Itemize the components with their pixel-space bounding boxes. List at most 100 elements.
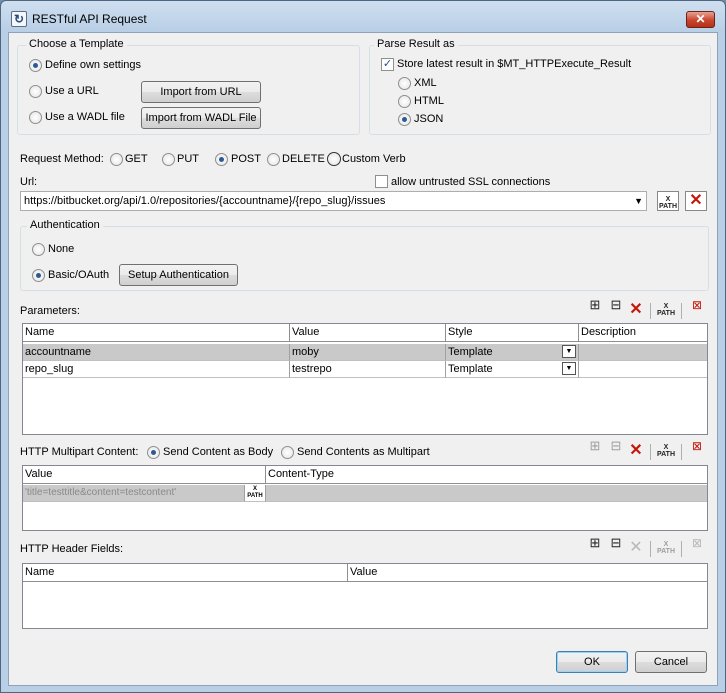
radio-define-own-settings[interactable] [29,59,42,72]
delete-row-icon[interactable]: ✕ [626,301,646,319]
radio-parse-html-label: HTML [414,95,444,107]
multipart-label: HTTP Multipart Content: [20,446,139,458]
xpath-icon[interactable]: X PATH [656,442,676,460]
parameters-label: Parameters: [20,305,80,317]
chevron-down-icon[interactable]: ▼ [562,362,576,375]
parameters-table: Name Value Style Description accountname… [22,323,708,435]
radio-define-own-settings-label: Define own settings [45,59,141,71]
radio-method-delete[interactable] [267,153,280,166]
headers-table: Name Value [22,563,708,629]
param-style-cell[interactable]: Template ▼ [446,361,579,378]
param-value-cell[interactable]: testrepo [290,361,446,378]
radio-parse-json[interactable] [398,113,411,126]
delete-row-icon[interactable]: ✕ [626,442,646,460]
multipart-table: Value Content-Type 'title=testtitle&cont… [22,465,708,531]
radio-use-url[interactable] [29,85,42,98]
chevron-down-icon[interactable]: ▼ [562,345,576,358]
cancel-button[interactable]: Cancel [635,651,707,673]
clear-url-button[interactable]: ✕ [685,191,707,211]
radio-auth-none[interactable] [32,243,45,256]
insert-row-icon[interactable]: ⊟ [606,439,626,460]
radio-use-wadl[interactable] [29,111,42,124]
radio-parse-xml[interactable] [398,77,411,90]
append-row-icon[interactable]: ⊞ [585,298,605,319]
template-group-label: Choose a Template [26,38,127,50]
parameters-table-header: Name Value Style Description [23,324,707,342]
toolbar-separator [650,444,651,460]
toolbar-separator [650,303,651,319]
radio-method-custom-verb[interactable] [327,152,341,166]
close-button[interactable]: ✕ [686,11,715,28]
column-name[interactable]: Name [23,564,348,582]
import-from-wadl-button[interactable]: Import from WADL File [141,107,261,129]
dialog-window: ↻ RESTful API Request ✕ Choose a Templat… [0,0,726,693]
table-row[interactable]: 'title=testtitle&content=testcontent' XP… [23,485,707,502]
insert-row-icon[interactable]: ⊟ [606,536,626,557]
multipart-value-cell[interactable]: 'title=testtitle&content=testcontent' [23,485,245,502]
ssl-checkbox[interactable] [375,175,388,188]
radio-method-get[interactable] [110,153,123,166]
param-value-cell[interactable]: moby [290,344,446,361]
delete-all-icon[interactable]: ⊠ [687,299,707,319]
radio-auth-basic[interactable] [32,269,45,282]
radio-use-url-label: Use a URL [45,85,99,97]
store-result-label: Store latest result in $MT_HTTPExecute_R… [397,58,632,70]
column-name[interactable]: Name [23,324,290,342]
column-value[interactable]: Value [348,564,707,582]
setup-authentication-button[interactable]: Setup Authentication [119,264,238,286]
request-method-label: Request Method: [20,153,104,165]
xpath-icon: X PATH [658,195,678,210]
dialog-body: Choose a Template Define own settings Us… [8,32,718,686]
column-content-type[interactable]: Content-Type [266,466,707,484]
multipart-content-type-cell[interactable] [266,485,707,502]
multipart-xpath-button[interactable]: X PATH [245,485,266,502]
radio-parse-html[interactable] [398,95,411,108]
xpath-icon[interactable]: X PATH [656,301,676,319]
param-description-cell[interactable] [579,361,707,378]
param-name-cell[interactable]: accountname [23,344,290,361]
column-value[interactable]: Value [23,466,266,484]
column-value[interactable]: Value [290,324,446,342]
param-style-cell[interactable]: Template ▼ [446,344,579,361]
radio-send-as-multipart-label: Send Contents as Multipart [297,446,430,458]
toolbar-separator [650,541,651,557]
table-row[interactable]: accountname moby Template ▼ [23,344,707,361]
window-title: RESTful API Request [32,12,147,26]
ok-button[interactable]: OK [556,651,628,673]
table-row[interactable]: repo_slug testrepo Template ▼ [23,361,707,378]
radio-parse-xml-label: XML [414,77,437,89]
column-style[interactable]: Style [446,324,579,342]
import-from-url-button[interactable]: Import from URL [141,81,261,103]
append-row-icon[interactable]: ⊞ [585,439,605,460]
toolbar-separator [681,541,682,557]
radio-method-custom-verb-label: Custom Verb [342,153,406,165]
title-bar[interactable]: ↻ RESTful API Request ✕ [1,1,725,33]
radio-method-post[interactable] [215,153,228,166]
parse-group-label: Parse Result as [374,38,458,50]
radio-method-post-label: POST [231,153,261,165]
param-description-cell[interactable] [579,344,707,361]
radio-auth-none-label: None [48,243,75,255]
multipart-table-header: Value Content-Type [23,466,707,484]
radio-send-as-body-label: Send Content as Body [163,446,274,458]
radio-method-get-label: GET [125,153,148,165]
chevron-down-icon[interactable]: ▼ [634,192,643,210]
delete-row-icon[interactable]: ✕ [626,539,646,557]
store-result-checkbox[interactable]: ✓ [381,58,394,71]
radio-send-as-multipart[interactable] [281,446,294,459]
param-name-cell[interactable]: repo_slug [23,361,290,378]
delete-all-icon[interactable]: ⊠ [687,440,707,460]
radio-method-delete-label: DELETE [282,153,325,165]
radio-send-as-body[interactable] [147,446,160,459]
append-row-icon[interactable]: ⊞ [585,536,605,557]
radio-method-put[interactable] [162,153,175,166]
insert-row-icon[interactable]: ⊟ [606,298,626,319]
delete-all-icon[interactable]: ⊠ [687,537,707,557]
url-combobox[interactable]: https://bitbucket.org/api/1.0/repositori… [20,191,647,211]
column-description[interactable]: Description [579,324,707,342]
url-xpath-button[interactable]: X PATH [657,191,679,211]
xpath-icon[interactable]: X PATH [656,539,676,557]
delete-icon: ✕ [689,192,703,209]
param-style-value: Template [448,363,493,375]
url-label: Url: [20,176,38,188]
